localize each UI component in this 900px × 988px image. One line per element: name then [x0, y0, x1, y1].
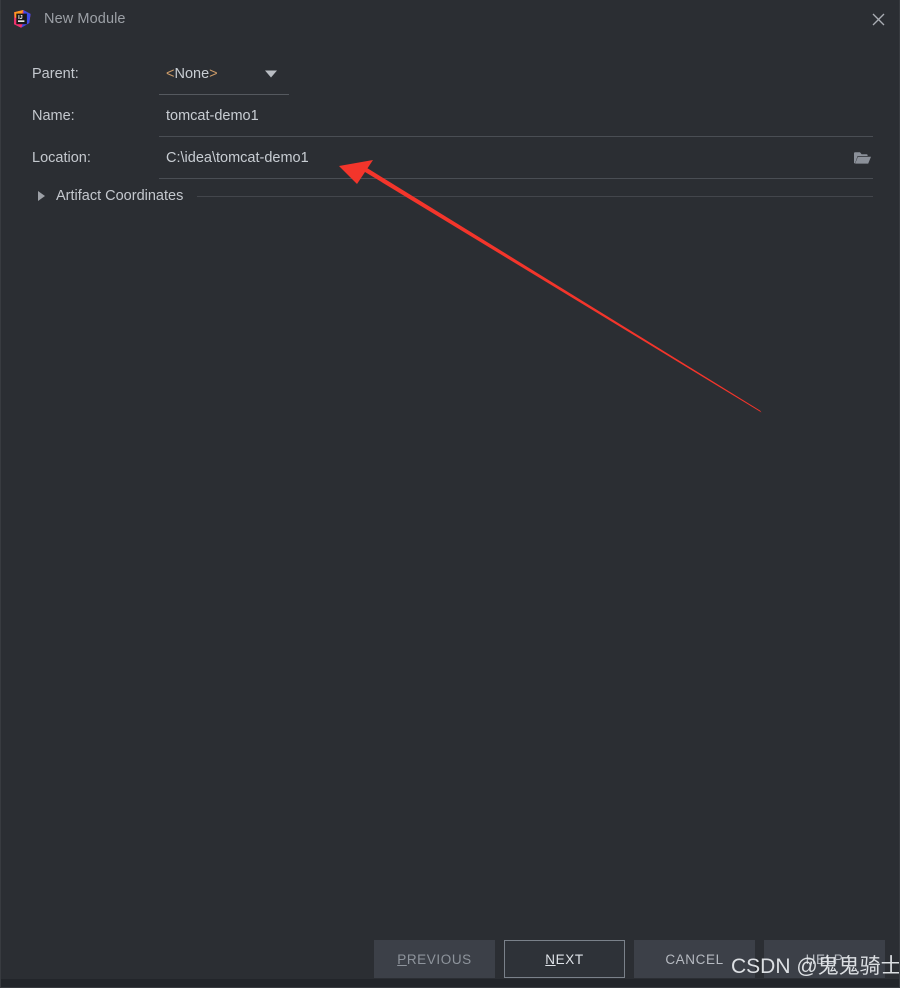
section-divider	[197, 195, 873, 197]
previous-button[interactable]: P REVIOUS	[374, 940, 495, 978]
chevron-down-icon[interactable]	[265, 70, 277, 78]
previous-button-label: REVIOUS	[406, 951, 472, 967]
csdn-watermark: CSDN @鬼鬼骑士	[731, 955, 900, 978]
name-field-row: Name: tomcat-demo1	[1, 95, 899, 137]
close-icon[interactable]	[855, 0, 899, 38]
parent-field-row: Parent: <None>	[1, 53, 899, 95]
parent-label: Parent:	[32, 66, 79, 82]
location-field-row: Location: C:\idea\tomcat-demo1	[1, 137, 899, 179]
parent-dropdown-value[interactable]: <None>	[166, 66, 218, 82]
next-button-mnemonic: N	[545, 951, 556, 967]
new-module-dialog: IJ New Module Parent: <None> Name: tomca…	[0, 0, 900, 988]
intellij-idea-icon: IJ	[12, 9, 32, 29]
triangle-right-icon[interactable]	[38, 191, 45, 201]
folder-icon[interactable]	[851, 148, 873, 168]
next-button-label: EXT	[555, 951, 584, 967]
next-button[interactable]: N EXT	[504, 940, 625, 978]
location-input[interactable]: C:\idea\tomcat-demo1	[166, 150, 309, 166]
previous-button-mnemonic: P	[397, 951, 407, 967]
artifact-coordinates-section[interactable]: Artifact Coordinates	[1, 183, 899, 209]
location-field-underline	[159, 178, 873, 179]
location-label: Location:	[32, 150, 91, 166]
artifact-coordinates-label: Artifact Coordinates	[56, 188, 184, 204]
parent-dropdown-text: None	[174, 66, 210, 82]
cancel-button-label: CANCEL	[665, 951, 724, 967]
name-label: Name:	[32, 108, 75, 124]
dialog-titlebar: IJ New Module	[1, 0, 899, 38]
name-input[interactable]: tomcat-demo1	[166, 108, 259, 124]
bottom-cutoff-strip	[1, 979, 899, 987]
dialog-title: New Module	[44, 11, 126, 27]
svg-text:IJ: IJ	[18, 15, 23, 21]
